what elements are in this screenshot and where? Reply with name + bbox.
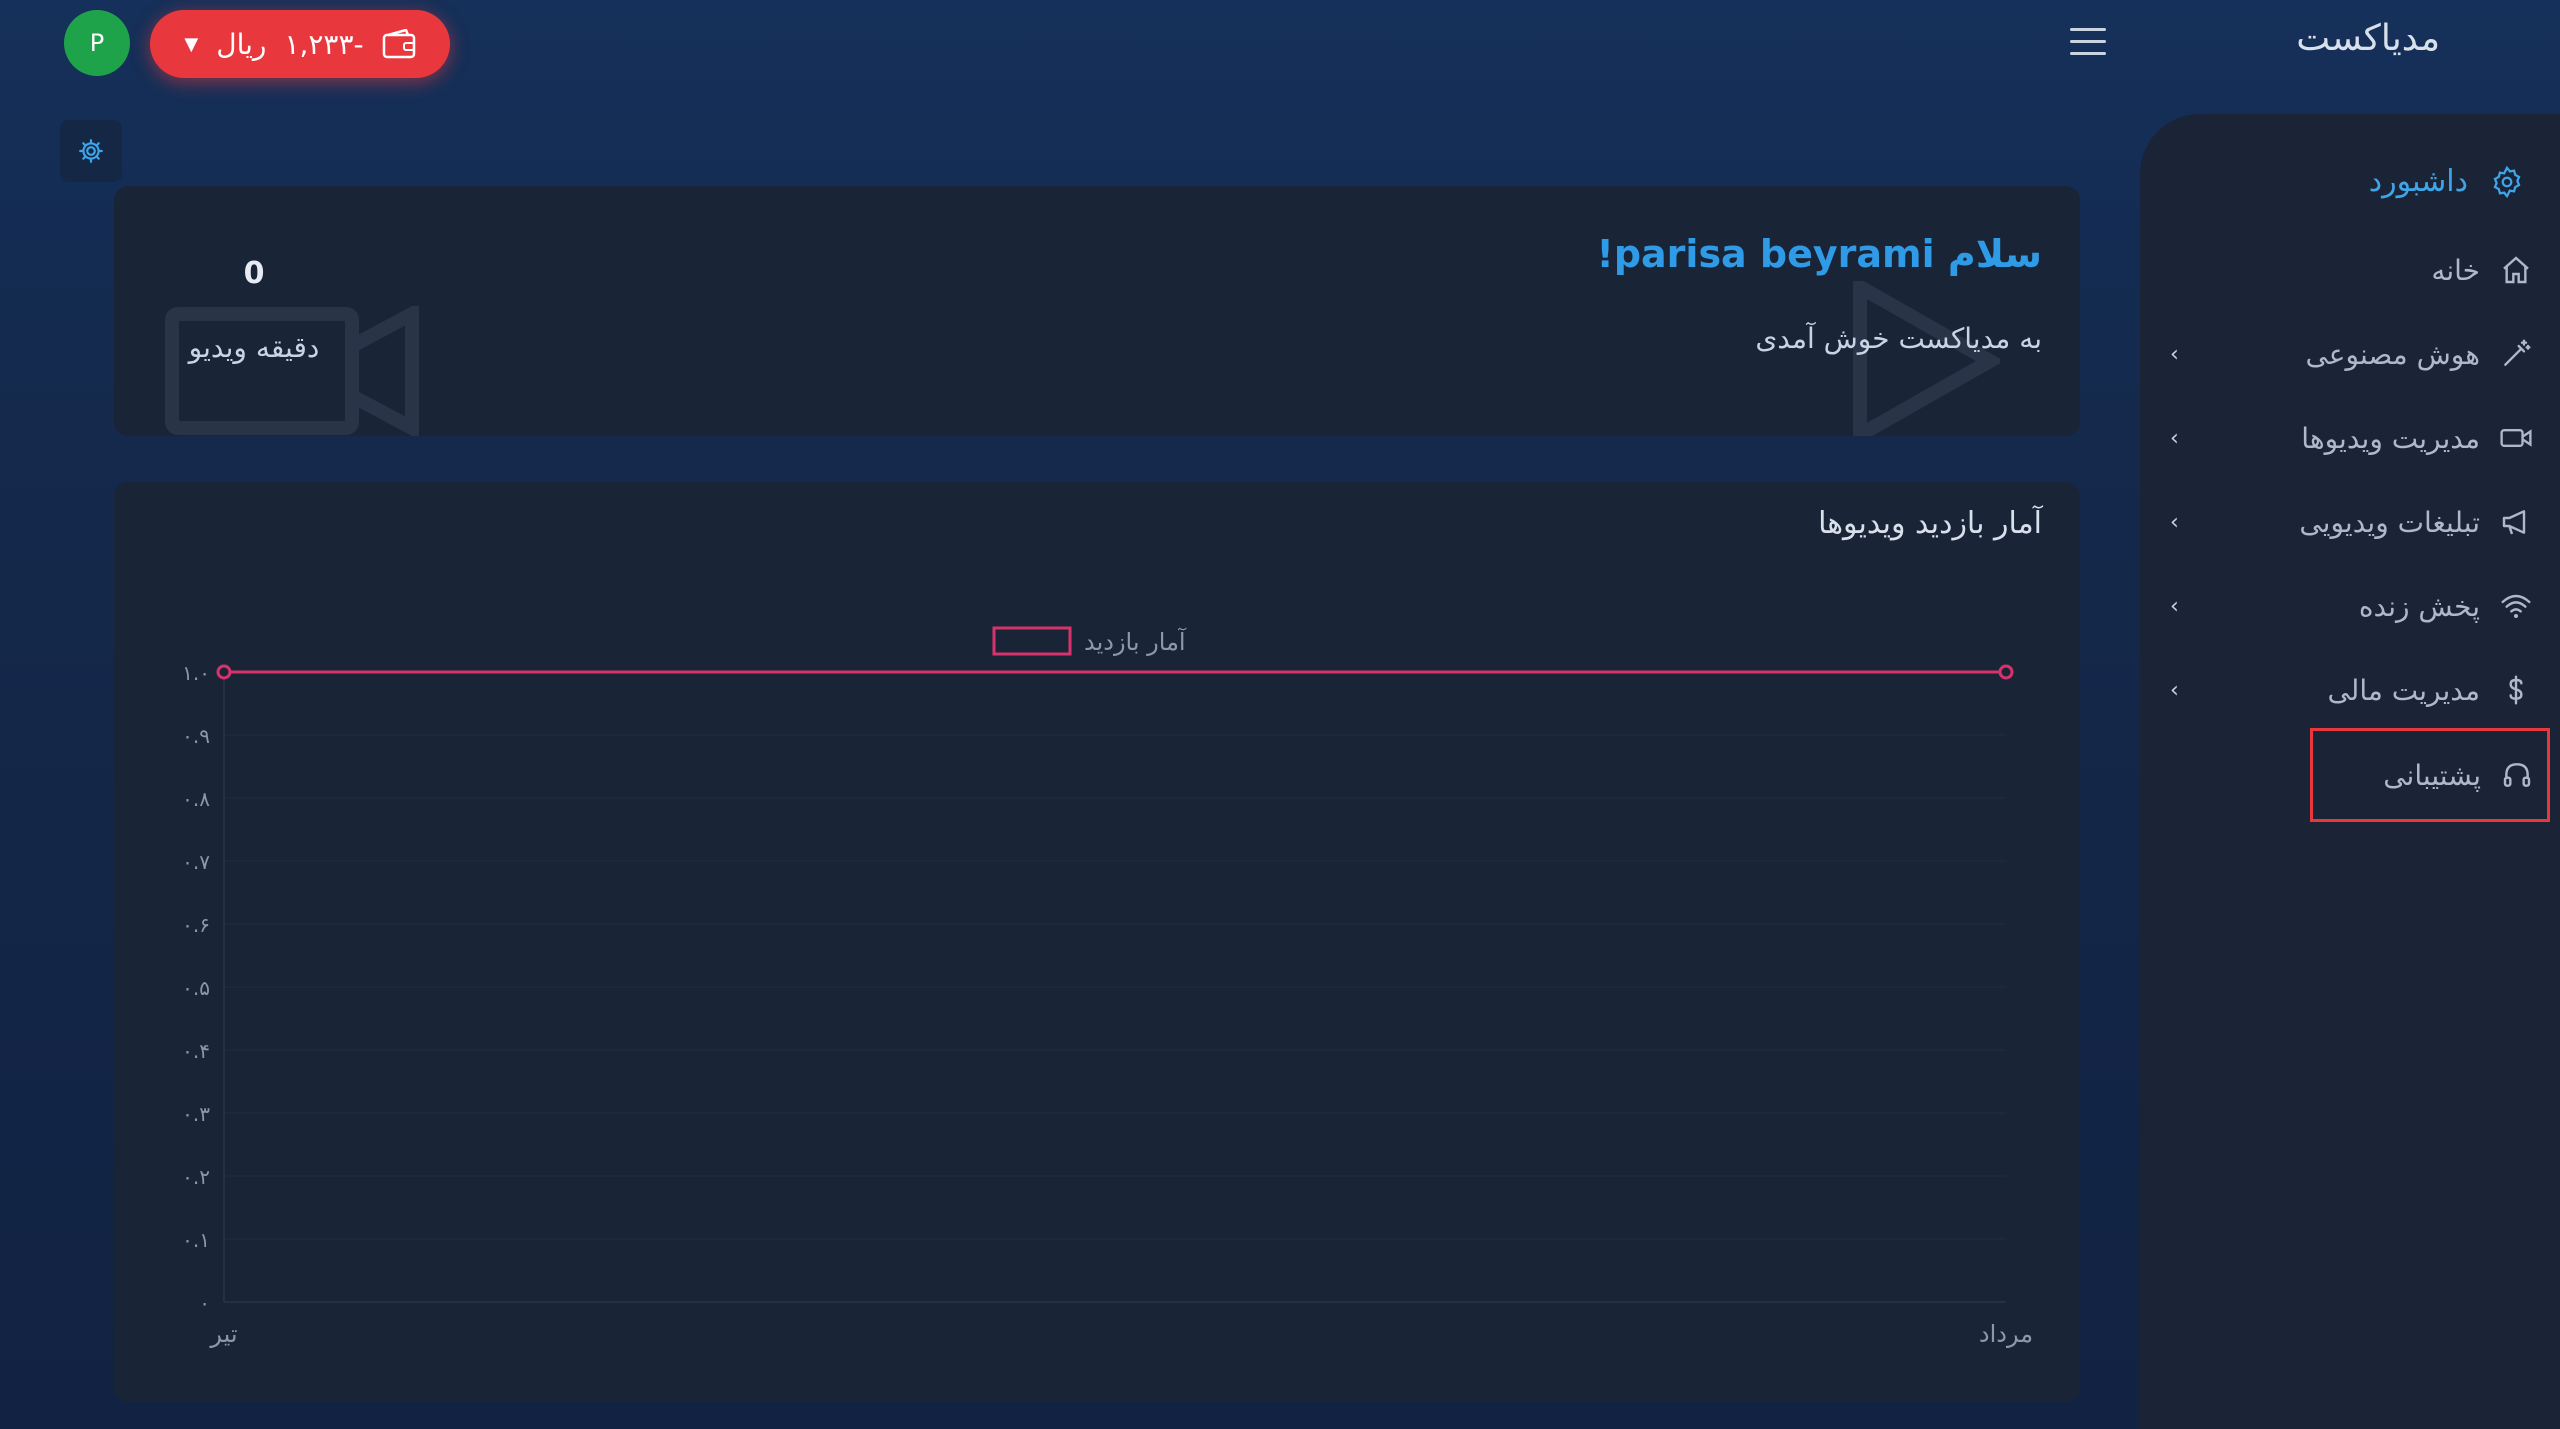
sidebar-item-video-ads[interactable]: تبلیغات ویدیویی ›	[2140, 492, 2560, 552]
data-point	[216, 664, 232, 680]
sidebar-item-home[interactable]: خانه	[2140, 240, 2560, 300]
sidebar-item-video-management[interactable]: مدیریت ویدیوها ›	[2140, 408, 2560, 468]
top-bar: P -۱,۲۳۳ ریال ▼ مدیاکست	[0, 0, 2560, 90]
sidebar-item-label: تبلیغات ویدیویی	[2299, 505, 2480, 539]
hamburger-menu-button[interactable]	[2070, 28, 2106, 58]
chevron-right-icon: ›	[2170, 425, 2179, 451]
sidebar-item-label: هوش مصنوعی	[2305, 337, 2480, 371]
sidebar-item-ai[interactable]: هوش مصنوعی ›	[2140, 324, 2560, 384]
y-tick-label: ۰.۳	[182, 1102, 210, 1126]
sidebar-dashboard-header[interactable]: داشبورد	[2369, 164, 2524, 199]
sidebar-item-live-stream[interactable]: پخش زنده ›	[2140, 576, 2560, 636]
play-icon	[1853, 281, 2000, 436]
dollar-icon	[2498, 672, 2534, 708]
y-tick-label: ۰.۷	[182, 850, 210, 874]
app-title: مدیاکست	[2296, 18, 2440, 59]
wallet-currency: ریال	[216, 27, 267, 61]
megaphone-icon	[2498, 504, 2534, 540]
sidebar-item-label: پشتیبانی	[2383, 758, 2481, 792]
video-camera-icon	[2498, 420, 2534, 456]
sidebar-item-finance[interactable]: مدیریت مالی ›	[2140, 660, 2560, 720]
y-tick-label: ۰.۲	[182, 1165, 210, 1189]
y-tick-label: ۰.۱	[182, 1228, 210, 1252]
sidebar-item-support[interactable]: پشتیبانی	[2310, 728, 2550, 822]
video-minutes-stat: 0 دقیقه ویدیو	[154, 256, 354, 364]
sidebar-item-label: پخش زنده	[2358, 589, 2480, 623]
video-minutes-label: دقیقه ویدیو	[188, 331, 320, 364]
y-tick-label: ۰.۴	[182, 1039, 210, 1063]
wifi-icon	[2498, 588, 2534, 624]
chevron-right-icon: ›	[2170, 341, 2179, 367]
views-chart-card: آمار بازدید ویدیوها ۰ ۰.۱ ۰.۲ ۰.۳ ۰.۴ ۰.۵ ۰.۶ ۰…	[114, 482, 2080, 1402]
y-tick-label: ۰.۶	[182, 913, 210, 937]
x-tick-label: تیر	[209, 1320, 237, 1348]
gear-icon	[79, 139, 103, 163]
video-minutes-value: 0	[243, 256, 265, 291]
dashboard-label: داشبورد	[2368, 164, 2468, 199]
x-tick-label: مرداد	[1979, 1320, 2033, 1348]
sidebar-item-label: مدیریت ویدیوها	[2301, 421, 2480, 455]
y-tick-label: ۰.۵	[182, 976, 210, 1000]
sidebar-item-label: مدیریت مالی	[2327, 673, 2480, 707]
legend-label: آمار بازدید	[1084, 627, 1187, 656]
y-tick-label: ۰.۸	[182, 787, 210, 811]
views-line-chart: ۰ ۰.۱ ۰.۲ ۰.۳ ۰.۴ ۰.۵ ۰.۶ ۰.۷ ۰.۸ ۰.۹ ۱.۰ تیر مرداد آ…	[182, 626, 2033, 1348]
sidebar: داشبورد خانه هوش مصنوعی › مدیریت ویدیوها…	[2140, 114, 2560, 1429]
avatar-letter: P	[89, 29, 105, 57]
dashboard-gear-icon	[2493, 165, 2521, 198]
y-tick-label: ۱.۰	[182, 661, 210, 685]
y-tick-label: ۰	[199, 1291, 210, 1315]
greeting-title: سلام parisa beyrami!	[1596, 232, 2042, 276]
y-tick-label: ۰.۹	[182, 724, 210, 748]
welcome-card: سلام parisa beyrami! به مدیاکست خوش آمدی…	[114, 186, 2080, 436]
wallet-icon	[382, 29, 415, 59]
settings-button[interactable]	[60, 120, 122, 182]
sidebar-item-label: خانه	[2431, 253, 2480, 287]
headphones-icon	[2499, 757, 2535, 793]
magic-wand-icon	[2498, 336, 2534, 372]
wallet-amount: -۱,۲۳۳	[284, 27, 364, 61]
chevron-right-icon: ›	[2170, 509, 2179, 535]
wallet-balance-button[interactable]: -۱,۲۳۳ ریال ▼	[150, 10, 450, 78]
legend-swatch	[992, 626, 1072, 656]
home-icon	[2498, 252, 2534, 288]
avatar[interactable]: P	[64, 10, 130, 76]
chevron-right-icon: ›	[2170, 677, 2179, 703]
data-point	[1998, 664, 2014, 680]
greeting-subtitle: به مدیاکست خوش آمدی	[1755, 322, 2042, 355]
chevron-right-icon: ›	[2170, 593, 2179, 619]
caret-down-icon: ▼	[184, 33, 199, 55]
